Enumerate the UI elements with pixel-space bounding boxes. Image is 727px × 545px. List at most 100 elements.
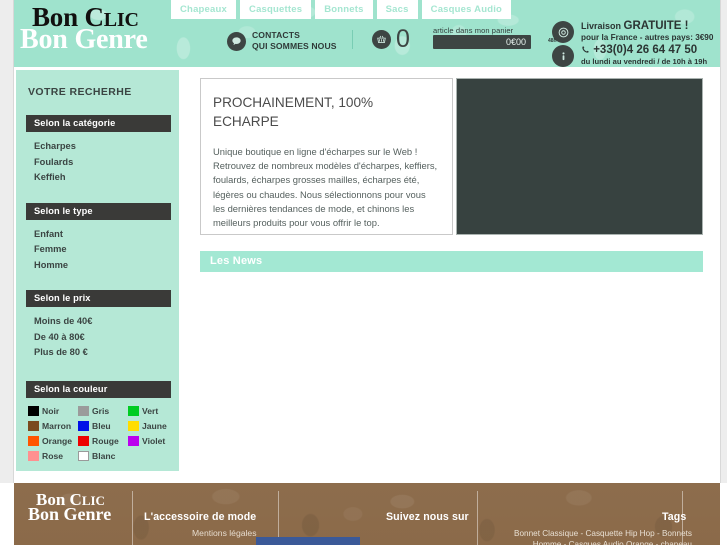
speech-bubble-icon xyxy=(227,31,246,51)
page-left-gutter xyxy=(0,0,14,483)
color-label-jaune: Jaune xyxy=(142,420,167,431)
color-filter-noir[interactable]: Noir xyxy=(28,405,78,416)
phone-icon xyxy=(582,46,589,53)
footer-tags-line-1[interactable]: Bonnet Classique - Casquette Hip Hop - B… xyxy=(454,528,692,539)
color-swatch-vert xyxy=(128,405,139,416)
color-label-rose: Rose xyxy=(42,450,64,461)
site-footer: Bon CLIC Bon Genre L'accessoire de mode … xyxy=(14,483,720,545)
footer-col1-heading: L'accessoire de mode xyxy=(144,511,257,523)
sidebar-list-prix: Moins de 40€ De 40 à 80€ Plus de 80 € xyxy=(34,314,179,361)
color-label-violet: Violet xyxy=(142,435,166,446)
delivery-info: 48h Livraison GRATUITE ! pour la France … xyxy=(548,20,714,44)
footer-tags-line-2[interactable]: Homme - Casques Audio Orange - chapeau xyxy=(454,539,692,545)
color-filter-rose[interactable]: Rose xyxy=(28,450,78,461)
sidebar-item-homme[interactable]: Homme xyxy=(34,258,179,274)
nav-item-sacs[interactable]: Sacs xyxy=(376,0,418,19)
color-swatch-rouge xyxy=(78,435,89,446)
sidebar-list-categorie: Echarpes Foulards Keffieh xyxy=(34,139,179,186)
clock-48h-icon: 48h xyxy=(548,21,574,44)
color-swatch-rose xyxy=(28,450,39,461)
color-swatch-gris xyxy=(78,405,89,416)
sidebar-group-heading-type: Selon le type xyxy=(26,202,171,220)
phone-text: +33(0)4 26 64 47 50 du lundi au vendredi… xyxy=(581,44,708,67)
color-filter-orange[interactable]: Orange xyxy=(28,435,78,446)
hero-banner-image[interactable] xyxy=(456,78,703,235)
color-filter-gris[interactable]: Gris xyxy=(78,405,128,416)
sidebar-item-moins-40[interactable]: Moins de 40€ xyxy=(34,314,179,330)
page-right-gutter xyxy=(720,0,727,483)
color-swatch-blanc xyxy=(78,450,89,461)
color-filter-marron[interactable]: Marron xyxy=(28,420,78,431)
news-title: Les News xyxy=(210,255,263,267)
sidebar-item-femme[interactable]: Femme xyxy=(34,242,179,258)
cart-block[interactable]: 0 xyxy=(372,27,410,52)
color-swatch-violet xyxy=(128,435,139,446)
delivery-text: Livraison GRATUITE ! pour la France - au… xyxy=(581,20,714,43)
delivery-48h-label: 48h xyxy=(548,38,557,44)
color-swatch-jaune xyxy=(128,420,139,431)
color-label-vert: Vert xyxy=(142,405,159,416)
sidebar-item-foulards[interactable]: Foulards xyxy=(34,155,179,171)
sidebar-group-heading-categorie: Selon la catégorie xyxy=(26,115,171,132)
contacts-block[interactable]: CONTACTS QUI SOMMES NOUS xyxy=(227,30,337,52)
color-filter-rouge[interactable]: Rouge xyxy=(78,435,128,446)
color-filter-blanc[interactable]: Blanc xyxy=(78,450,128,461)
sidebar-item-echarpes[interactable]: Echarpes xyxy=(34,139,179,155)
info-icon xyxy=(552,45,574,67)
main-navigation: Chapeaux Casquettes Bonnets Sacs Casques… xyxy=(171,0,515,20)
color-label-noir: Noir xyxy=(42,405,60,416)
promo-title: PROCHAINEMENT, 100% ECHARPE xyxy=(213,95,374,129)
sidebar-title: VOTRE RECHERHE xyxy=(28,86,132,98)
color-swatch-orange xyxy=(28,435,39,446)
contacts-text: CONTACTS QUI SOMMES NOUS xyxy=(252,30,337,52)
sidebar-item-keffieh[interactable]: Keffieh xyxy=(34,170,179,186)
phone-number: +33(0)4 26 64 47 50 xyxy=(581,44,707,56)
color-swatch-noir xyxy=(28,405,39,416)
sidebar-list-type: Enfant Femme Homme xyxy=(34,227,179,274)
phone-hours: du lundi au vendredi / de 10h à 19h xyxy=(581,57,708,66)
nav-item-chapeaux[interactable]: Chapeaux xyxy=(171,0,237,19)
footer-logo[interactable]: Bon CLIC Bon Genre xyxy=(28,491,111,523)
news-section-header: Les News xyxy=(200,251,703,272)
header-divider xyxy=(352,30,353,49)
sidebar-item-plus-80[interactable]: Plus de 80 € xyxy=(34,345,179,361)
color-filter-grid: Noir Gris Vert Marron Bleu Jaune Orange … xyxy=(28,405,178,466)
cart-total-amount: 0€00 xyxy=(433,35,531,49)
site-header: Bon CLIC Bon Genre Chapeaux Casquettes B… xyxy=(14,0,720,67)
page-root: Bon CLIC Bon Genre Chapeaux Casquettes B… xyxy=(0,0,727,545)
color-swatch-marron xyxy=(28,420,39,431)
cart-item-count: 0 xyxy=(396,25,410,53)
nav-item-casques-audio[interactable]: Casques Audio xyxy=(421,0,512,19)
site-logo[interactable]: Bon CLIC Bon Genre xyxy=(20,4,170,60)
color-filter-violet[interactable]: Violet xyxy=(128,435,178,446)
footer-logo-line-2: Bon Genre xyxy=(28,504,112,524)
color-filter-vert[interactable]: Vert xyxy=(128,405,178,416)
promo-body: Unique boutique en ligne d'écharpes sur … xyxy=(213,146,438,229)
footer-separator-1 xyxy=(132,491,133,545)
footer-link-mentions-legales[interactable]: Mentions légales xyxy=(192,528,257,538)
sidebar-group-heading-couleur: Selon la couleur xyxy=(26,380,171,398)
contacts-line-2: QUI SOMMES NOUS xyxy=(252,41,337,51)
color-filter-bleu[interactable]: Bleu xyxy=(78,420,128,431)
footer-tags: Bonnet Classique - Casquette Hip Hop - B… xyxy=(454,528,692,545)
color-label-orange: Orange xyxy=(42,435,73,446)
promo-panel: PROCHAINEMENT, 100% ECHARPE Unique bouti… xyxy=(200,78,453,235)
delivery-line-2: pour la France - autres pays: 3€90 xyxy=(581,33,714,42)
sidebar-item-enfant[interactable]: Enfant xyxy=(34,227,179,243)
facebook-widget-bar[interactable] xyxy=(256,537,360,545)
basket-icon xyxy=(372,30,391,49)
color-label-gris: Gris xyxy=(92,405,110,416)
footer-col2-heading: Suivez nous sur xyxy=(386,511,469,523)
search-sidebar: VOTRE RECHERHE Selon la catégorie Echarp… xyxy=(15,69,180,472)
nav-item-casquettes[interactable]: Casquettes xyxy=(240,0,312,19)
nav-item-bonnets[interactable]: Bonnets xyxy=(315,0,373,19)
color-filter-jaune[interactable]: Jaune xyxy=(128,420,178,431)
sidebar-item-40-80[interactable]: De 40 à 80€ xyxy=(34,330,179,346)
color-label-bleu: Bleu xyxy=(92,420,111,431)
contacts-line-1: CONTACTS xyxy=(252,30,300,40)
phone-info: +33(0)4 26 64 47 50 du lundi au vendredi… xyxy=(552,44,708,67)
color-swatch-bleu xyxy=(78,420,89,431)
logo-line-2: Bon Genre xyxy=(20,24,148,55)
color-label-rouge: Rouge xyxy=(92,435,119,446)
sidebar-group-heading-prix: Selon le prix xyxy=(26,290,171,307)
